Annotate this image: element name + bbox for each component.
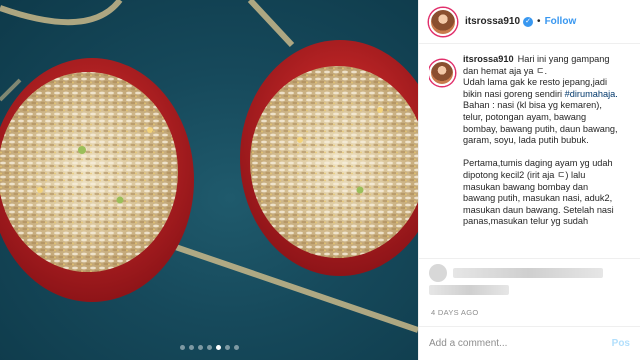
caption-line: bawang putih, masukan nasi, aduk2, [463, 193, 613, 204]
blurred-text [453, 268, 603, 278]
blurred-avatar [429, 264, 447, 282]
comment-input[interactable]: Add a comment... [429, 338, 507, 349]
caption-area: itsrossa910 Hari ini yang gampang dan hem… [429, 54, 636, 264]
verified-badge-icon: ✓ [523, 16, 534, 27]
carousel-dot[interactable] [215, 345, 221, 350]
caption-username[interactable]: itsrossa910 [463, 54, 514, 64]
follow-button[interactable]: Follow [545, 16, 577, 27]
post-photo[interactable] [0, 0, 418, 360]
divider [419, 258, 640, 259]
post-sidebar: itsrossa910 ✓ • Follow itsrossa910 Hari i… [418, 0, 640, 360]
caption-line: garam, soyu, lada putih bubuk. [463, 135, 589, 146]
separator-dot: • [537, 16, 541, 27]
carousel-dot[interactable] [188, 345, 194, 350]
caption-line: bikin nasi goreng sendiri [463, 88, 563, 99]
caption-line: bombay, bawang putih, daun bawang, [463, 123, 618, 134]
hashtag-link[interactable]: #dirumahaja. [565, 89, 618, 99]
caption-line: masukan bawang bombay dan [463, 181, 589, 192]
caption-line: telur, potongan ayam, bawang [463, 111, 587, 122]
caption-text: itsrossa910 Hari ini yang gampang dan hem… [463, 54, 633, 264]
carousel-dot[interactable] [224, 345, 230, 350]
profile-avatar-icon[interactable] [429, 7, 457, 36]
caption-line: Hari ini yang gampang [517, 54, 610, 64]
blurred-text [429, 285, 509, 295]
carousel-dot[interactable] [179, 345, 185, 350]
post-comment-button[interactable]: Pos [612, 338, 630, 349]
likes-count-blurred [429, 285, 509, 295]
caption-line: Pertama,tumis daging ayam yg udah [463, 158, 613, 169]
caption-avatar-icon[interactable] [429, 60, 455, 86]
post-timestamp[interactable]: 4 DAYS AGO [431, 308, 478, 317]
caption-line: Udah lama gak ke resto jepang,jadi [463, 77, 608, 88]
caption-line: Bahan : nasi (kl bisa yg kemaren), [463, 100, 602, 111]
carousel-dot[interactable] [197, 345, 203, 350]
username-link[interactable]: itsrossa910 [465, 16, 520, 27]
caption-line: dipotong kecil2 (irit aja ㄷ) lalu [463, 169, 586, 180]
comment-box: Add a comment... Pos [419, 326, 640, 360]
carousel-indicator [0, 345, 418, 350]
caption-line: dan hemat aja ya ㄷ. [463, 65, 548, 76]
carousel-dot[interactable] [206, 345, 212, 350]
fried-rice-bowls-image [0, 0, 418, 333]
caption-line: panas,masukan telur yg sudah [463, 216, 589, 227]
liked-by-blurred [429, 264, 603, 282]
post-header: itsrossa910 ✓ • Follow [419, 0, 640, 44]
carousel-dot[interactable] [233, 345, 239, 350]
caption-line: masukan daun bawang. Setelah nasi [463, 204, 614, 215]
